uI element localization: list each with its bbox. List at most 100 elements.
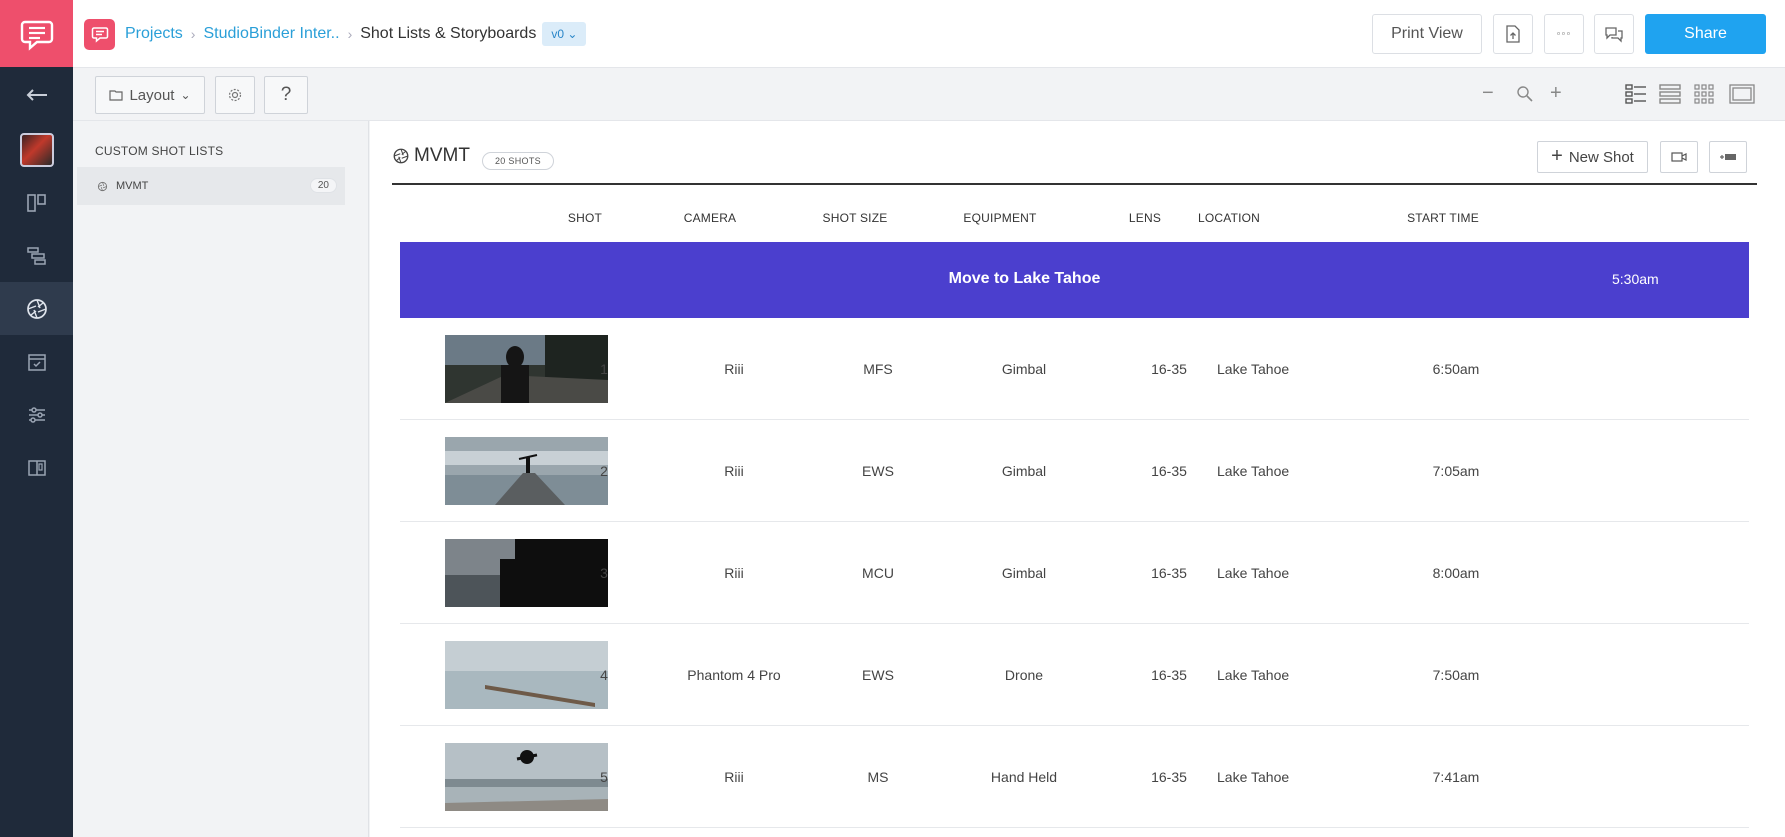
chevron-down-icon: ⌄ (180, 88, 191, 102)
cell-location: Lake Tahoe (1217, 463, 1290, 479)
calendar-icon (27, 353, 46, 371)
cell-location: Lake Tahoe (1217, 667, 1290, 683)
project-thumbnail[interactable] (0, 123, 73, 176)
share-button[interactable]: Share (1645, 14, 1766, 54)
project-logo-icon[interactable] (84, 18, 115, 50)
table-row[interactable]: 4 Phantom 4 Pro EWS Drone 16-35 Lake Tah… (400, 624, 1749, 726)
top-header: Projects › StudioBinder Inter.. › Shot L… (73, 0, 1785, 68)
rail-settings[interactable] (0, 388, 73, 441)
comments-button[interactable] (1594, 14, 1634, 54)
cell-lens: 16-35 (1151, 769, 1187, 785)
table-row[interactable]: 5 Riii MS Hand Held 16-35 Lake Tahoe 7:4… (400, 726, 1749, 828)
project-thumb-image (19, 132, 54, 167)
table-row[interactable]: 1 Riii MFS Gimbal 16-35 Lake Tahoe 6:50a… (400, 318, 1749, 420)
insert-row-icon (1720, 154, 1736, 160)
cell-equipment: Gimbal (1001, 361, 1047, 377)
shot-list-name: MVMT (116, 180, 149, 192)
chevron-down-icon: ⌄ (567, 27, 578, 41)
shot-thumbnail[interactable] (445, 641, 608, 709)
settings-button[interactable] (215, 76, 255, 114)
new-shot-label: New Shot (1568, 148, 1634, 166)
shot-list-item[interactable]: MVMT 20 (77, 167, 345, 205)
zoom-icon[interactable] (1516, 85, 1533, 102)
help-button[interactable]: ? (264, 76, 308, 114)
grid-view-icon[interactable] (1694, 84, 1714, 104)
cell-shot-size: MS (867, 769, 889, 785)
rows-view-icon[interactable] (1659, 84, 1681, 104)
cell-shot-size: MCU (862, 565, 894, 581)
shot-thumbnail[interactable] (445, 743, 608, 811)
cell-equipment: Drone (1004, 667, 1044, 683)
version-dropdown[interactable]: v0 ⌄ (542, 22, 587, 46)
scene-banner[interactable]: Move to Lake Tahoe 5:30am (400, 242, 1749, 318)
version-label: v0 (551, 27, 565, 41)
cell-lens: 16-35 (1151, 565, 1187, 581)
export-icon (1506, 25, 1520, 43)
cell-equipment: Gimbal (1001, 463, 1047, 479)
cell-lens: 16-35 (1151, 463, 1187, 479)
rail-boards[interactable] (0, 176, 73, 229)
shot-list-title: MVMT (392, 145, 470, 167)
shot-thumbnail[interactable] (445, 539, 608, 607)
col-lens[interactable]: LENS (1129, 211, 1161, 225)
insert-row-button[interactable] (1709, 141, 1747, 173)
shutter-icon (26, 298, 47, 319)
left-rail (0, 0, 73, 837)
cell-equipment: Gimbal (1001, 565, 1047, 581)
chevron-right-icon: › (347, 26, 353, 42)
col-start-time[interactable]: START TIME (1407, 211, 1479, 225)
shot-thumbnail[interactable] (445, 335, 608, 403)
toolbar: Layout ⌄ ? − + (73, 68, 1785, 121)
more-button[interactable]: ◦◦◦ (1544, 14, 1584, 54)
shutter-icon (97, 181, 108, 191)
cell-start-time: 7:41am (1432, 769, 1480, 785)
new-shot-button[interactable]: + New Shot (1537, 141, 1648, 173)
rail-calendar[interactable] (0, 335, 73, 388)
cell-location: Lake Tahoe (1217, 769, 1290, 785)
chat-logo-icon (20, 20, 53, 51)
rail-schedule[interactable] (0, 229, 73, 282)
camera-button[interactable] (1660, 141, 1698, 173)
layout-label: Layout (129, 86, 175, 104)
shot-thumbnail[interactable] (445, 437, 608, 505)
film-view-icon[interactable] (1729, 84, 1755, 104)
banner-title: Move to Lake Tahoe (948, 270, 1101, 287)
cell-camera: Phantom 4 Pro (687, 667, 781, 683)
rail-docs[interactable] (0, 441, 73, 494)
gantt-icon (26, 246, 46, 265)
cell-start-time: 7:50am (1432, 667, 1480, 683)
breadcrumb-project[interactable]: StudioBinder Inter.. (203, 25, 339, 43)
rail-shot-lists[interactable] (0, 282, 73, 335)
col-shot-size[interactable]: SHOT SIZE (823, 211, 888, 225)
table-row[interactable]: 2 Riii EWS Gimbal 16-35 Lake Tahoe 7:05a… (400, 420, 1749, 522)
cell-camera: Riii (724, 769, 744, 785)
breadcrumb: Projects › StudioBinder Inter.. › Shot L… (84, 18, 587, 50)
export-button[interactable] (1493, 14, 1533, 54)
breadcrumb-projects[interactable]: Projects (125, 25, 183, 43)
col-equipment[interactable]: EQUIPMENT (963, 211, 1036, 225)
sliders-icon (28, 406, 45, 423)
col-shot[interactable]: SHOT (568, 211, 602, 225)
cell-start-time: 6:50am (1432, 361, 1480, 377)
layout-icon (109, 90, 124, 101)
shot-list-main: MVMT 20 SHOTS + New Shot SHOT CAMERA SHO… (370, 121, 1785, 837)
shot-list-title-text: MVMT (414, 145, 470, 166)
col-location[interactable]: LOCATION (1198, 211, 1260, 225)
board-icon (26, 193, 46, 212)
zoom-in-icon[interactable]: + (1550, 82, 1562, 105)
zoom-out-icon[interactable]: − (1482, 82, 1494, 105)
print-view-button[interactable]: Print View (1372, 14, 1482, 54)
col-camera[interactable]: CAMERA (684, 211, 737, 225)
layout-button[interactable]: Layout ⌄ (95, 76, 205, 114)
cell-equipment: Hand Held (990, 769, 1058, 785)
cell-shot: 2 (600, 463, 608, 479)
panel-title: CUSTOM SHOT LISTS (95, 144, 224, 158)
back-button[interactable] (0, 67, 73, 123)
studiobinder-logo[interactable] (0, 0, 73, 67)
cell-camera: Riii (724, 565, 744, 581)
shot-lists-panel: CUSTOM SHOT LISTS MVMT 20 (73, 121, 369, 837)
gear-icon (228, 88, 242, 102)
list-view-icon[interactable] (1625, 84, 1647, 104)
chevron-right-icon: › (190, 26, 196, 42)
table-row[interactable]: 3 Riii MCU Gimbal 16-35 Lake Tahoe 8:00a… (400, 522, 1749, 624)
